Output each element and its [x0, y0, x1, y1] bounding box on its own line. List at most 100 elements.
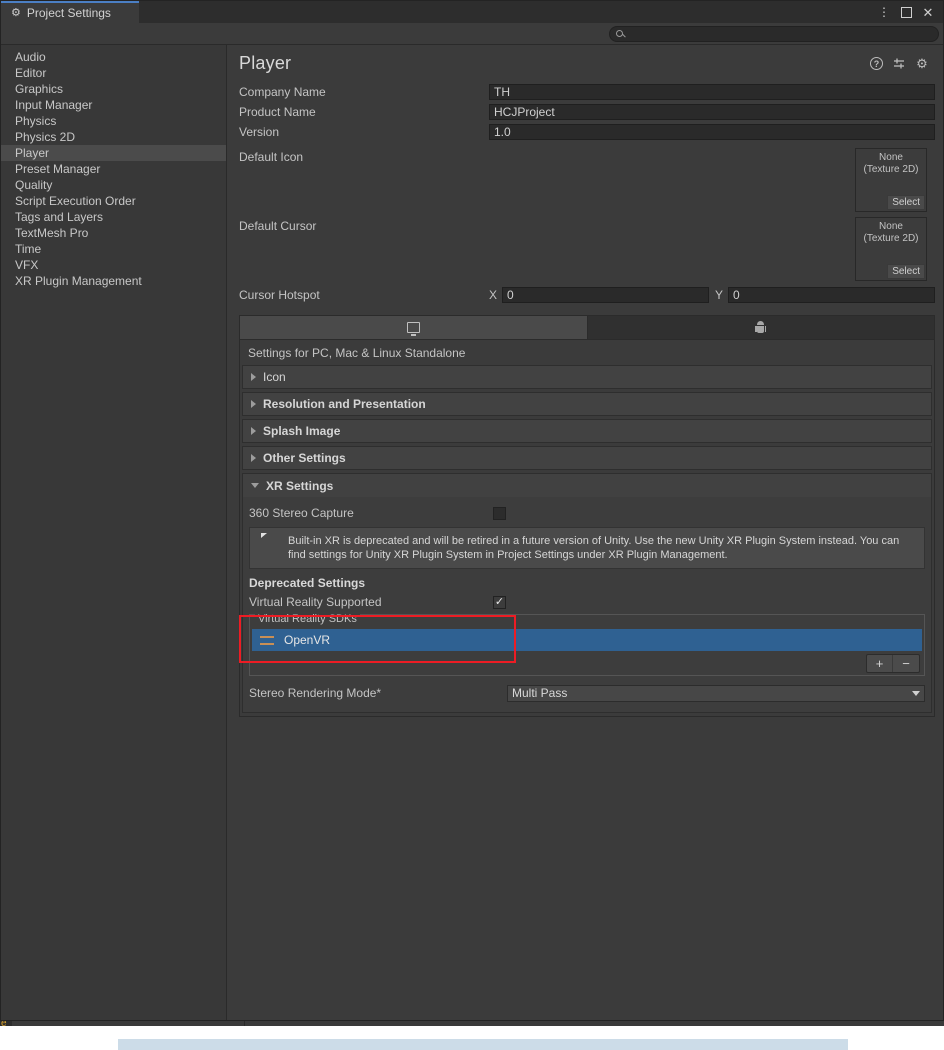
- field-label: Stereo Rendering Mode*: [249, 686, 507, 700]
- field-label: Version: [239, 125, 489, 139]
- sidebar-item-physics[interactable]: Physics: [1, 113, 226, 129]
- hotspot-y-group: Y: [715, 287, 935, 303]
- sidebar-item-tags-and-layers[interactable]: Tags and Layers: [1, 209, 226, 225]
- kebab-menu-icon[interactable]: ⋮: [873, 1, 895, 23]
- chevron-down-icon: [912, 691, 920, 696]
- sidebar-item-textmesh-pro[interactable]: TextMesh Pro: [1, 225, 226, 241]
- close-icon[interactable]: ✕: [917, 1, 939, 23]
- select-button[interactable]: Select: [887, 195, 925, 210]
- virtual-reality-supported-checkbox[interactable]: ✓: [493, 596, 506, 609]
- company-name-input[interactable]: [489, 84, 935, 100]
- foldout-splash-image[interactable]: Splash Image: [242, 419, 932, 443]
- sidebar-item-vfx[interactable]: VFX: [1, 257, 226, 273]
- cursor-hotspot-x-input[interactable]: [502, 287, 709, 303]
- platform-tab-android[interactable]: [588, 316, 935, 339]
- xr-settings-body: 360 Stereo Capture Built-in XR is deprec…: [242, 497, 932, 713]
- monitor-icon: [407, 322, 420, 333]
- sdk-list-toolbar: + −: [252, 651, 922, 673]
- sidebar-item-audio[interactable]: Audio: [1, 49, 226, 65]
- stereo-rendering-mode-dropdown[interactable]: Multi Pass: [507, 685, 925, 702]
- drag-handle-icon[interactable]: [260, 636, 274, 645]
- deprecated-settings-heading: Deprecated Settings: [249, 573, 925, 592]
- search-box[interactable]: [609, 26, 939, 42]
- settings-body: Audio Editor Graphics Input Manager Phys…: [1, 45, 943, 1020]
- platform-caption: Settings for PC, Mac & Linux Standalone: [240, 340, 934, 365]
- field-label: Default Cursor: [239, 217, 489, 233]
- object-none-label: None: [879, 152, 903, 164]
- panel-header: Player ? ⚙: [227, 45, 943, 78]
- search-icon: [616, 30, 623, 37]
- platform-tab-standalone[interactable]: [240, 316, 588, 339]
- settings-sidebar: Audio Editor Graphics Input Manager Phys…: [1, 45, 227, 1020]
- foldout-resolution-and-presentation[interactable]: Resolution and Presentation: [242, 392, 932, 416]
- platform-settings-panel: Settings for PC, Mac & Linux Standalone …: [239, 315, 935, 717]
- default-cursor-object-field[interactable]: None (Texture 2D) Select: [855, 217, 927, 281]
- add-sdk-button[interactable]: +: [867, 655, 893, 672]
- field-company-name: Company Name: [239, 82, 935, 102]
- foldout-other-settings[interactable]: Other Settings: [242, 446, 932, 470]
- foldout-icon[interactable]: Icon: [242, 365, 932, 389]
- field-360-stereo-capture: 360 Stereo Capture: [249, 503, 925, 523]
- field-label: Default Icon: [239, 148, 489, 164]
- field-virtual-reality-supported: Virtual Reality Supported ✓: [249, 592, 925, 612]
- stereo-capture-checkbox[interactable]: [493, 507, 506, 520]
- field-label: Company Name: [239, 85, 489, 99]
- foldout-xr-settings[interactable]: XR Settings: [242, 473, 932, 497]
- platform-tab-strip: [240, 316, 934, 340]
- panel-header-icons: ? ⚙: [870, 57, 933, 71]
- preset-icon[interactable]: [892, 57, 906, 71]
- chevron-down-icon: [251, 483, 259, 488]
- default-icon-object-field[interactable]: None (Texture 2D) Select: [855, 148, 927, 212]
- sdk-item-label: OpenVR: [284, 633, 330, 647]
- field-label: Product Name: [239, 105, 489, 119]
- warning-icon: [258, 534, 280, 558]
- sidebar-item-graphics[interactable]: Graphics: [1, 81, 226, 97]
- y-axis-label: Y: [715, 288, 725, 302]
- maximize-icon[interactable]: [895, 1, 917, 23]
- version-input[interactable]: [489, 124, 935, 140]
- select-button[interactable]: Select: [887, 264, 925, 279]
- foldout-label: Resolution and Presentation: [263, 397, 426, 411]
- xr-deprecation-warning: Built-in XR is deprecated and will be re…: [249, 527, 925, 569]
- gear-icon[interactable]: ⚙: [915, 57, 929, 71]
- cursor-hotspot-y-input[interactable]: [728, 287, 935, 303]
- x-axis-label: X: [489, 288, 499, 302]
- field-product-name: Product Name: [239, 102, 935, 122]
- field-stereo-rendering-mode: Stereo Rendering Mode* Multi Pass: [249, 682, 925, 704]
- virtual-reality-sdks-group: Virtual Reality SDKs OpenVR + −: [249, 614, 925, 676]
- sidebar-item-quality[interactable]: Quality: [1, 177, 226, 193]
- help-icon[interactable]: ?: [870, 57, 883, 70]
- remove-sdk-button[interactable]: −: [893, 655, 919, 672]
- tab-label: Project Settings: [27, 6, 111, 20]
- object-type-label: (Texture 2D): [863, 164, 918, 176]
- android-icon: [755, 321, 766, 334]
- product-name-input[interactable]: [489, 104, 935, 120]
- sidebar-item-xr-plugin-management[interactable]: XR Plugin Management: [1, 273, 226, 289]
- chevron-right-icon: [251, 454, 256, 462]
- sidebar-item-script-execution-order[interactable]: Script Execution Order: [1, 193, 226, 209]
- sidebar-item-editor[interactable]: Editor: [1, 65, 226, 81]
- background-page: [0, 1026, 944, 1050]
- search-row: [1, 23, 943, 45]
- sidebar-item-physics-2d[interactable]: Physics 2D: [1, 129, 226, 145]
- window-controls: ⋮ ✕: [873, 1, 943, 23]
- titlebar-spacer: [139, 1, 873, 23]
- hotspot-x-group: X: [489, 287, 709, 303]
- sidebar-item-time[interactable]: Time: [1, 241, 226, 257]
- foldout-label: XR Settings: [266, 479, 333, 493]
- foldout-label: Icon: [263, 370, 286, 384]
- player-settings-panel: Player ? ⚙ Company: [227, 45, 943, 1020]
- sidebar-item-input-manager[interactable]: Input Manager: [1, 97, 226, 113]
- sidebar-item-player[interactable]: Player: [1, 145, 226, 161]
- chevron-right-icon: [251, 427, 256, 435]
- background-page-accent: [118, 1039, 848, 1050]
- page-title: Player: [239, 53, 291, 74]
- sidebar-item-preset-manager[interactable]: Preset Manager: [1, 161, 226, 177]
- list-item[interactable]: OpenVR: [252, 629, 922, 651]
- foldout-label: Other Settings: [263, 451, 346, 465]
- search-input[interactable]: [627, 28, 932, 40]
- field-default-icon: Default Icon None (Texture 2D) Select: [239, 148, 935, 216]
- object-none-label: None: [879, 221, 903, 233]
- field-cursor-hotspot: Cursor Hotspot X Y: [239, 285, 935, 305]
- tab-project-settings[interactable]: ⚙ Project Settings: [1, 1, 139, 23]
